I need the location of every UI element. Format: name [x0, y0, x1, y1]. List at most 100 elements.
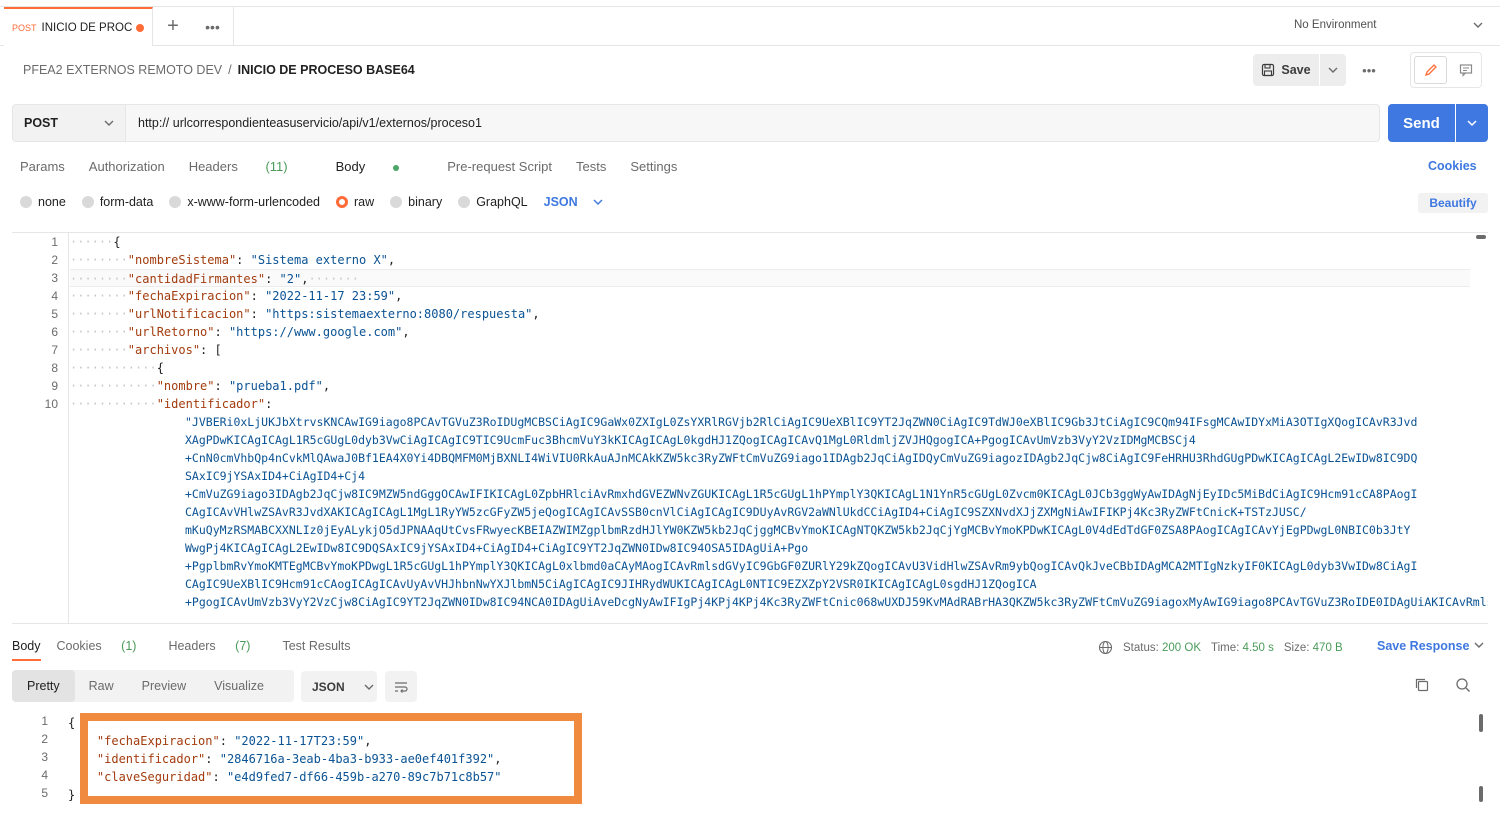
- save-dropdown-button[interactable]: [1320, 54, 1346, 86]
- radio-binary[interactable]: binary: [390, 195, 442, 209]
- line-number: 4: [51, 289, 58, 303]
- radio-urlencoded-label: x-www-form-urlencoded: [187, 195, 320, 209]
- time-value: 4.50 s: [1242, 641, 1274, 654]
- tab-params[interactable]: Params: [20, 159, 65, 174]
- tab-prerequest-script[interactable]: Pre-request Script: [447, 159, 552, 174]
- chevron-down-icon: [103, 116, 115, 133]
- chevron-down-icon: [364, 684, 374, 690]
- brace: {: [113, 235, 121, 249]
- status-value: 200 OK: [1162, 641, 1202, 654]
- json-key: "nombreSistema": [127, 253, 237, 267]
- radio-graphql[interactable]: GraphQL: [458, 195, 528, 209]
- tab-headers-count: (11): [265, 159, 288, 174]
- tab-authorization[interactable]: Authorization: [89, 159, 165, 174]
- view-visualize[interactable]: Visualize: [200, 679, 278, 693]
- editor-scrollbar[interactable]: [1476, 235, 1486, 239]
- plus-icon[interactable]: +: [156, 7, 190, 46]
- pencil-icon[interactable]: [1414, 56, 1447, 84]
- code-line: ········"urlNotificacion": "https:sistem…: [70, 307, 540, 321]
- radio-circle-icon: [20, 196, 32, 208]
- size-field: Size: 470 B: [1284, 642, 1343, 654]
- resp-tab-test-results[interactable]: Test Results: [282, 639, 350, 661]
- view-preview[interactable]: Preview: [128, 679, 200, 693]
- json-value: "https://www.google.com": [228, 325, 403, 339]
- resp-tab-body[interactable]: Body: [12, 639, 41, 661]
- code-line: ········"nombreSistema": "Sistema extern…: [70, 253, 396, 267]
- tab-headers[interactable]: Headers (11): [189, 159, 312, 174]
- request-tab[interactable]: POST INICIO DE PROCESO BASE64: [4, 7, 153, 46]
- url-input[interactable]: http:// urlcorrespondienteasuservicio/ap…: [126, 104, 1380, 142]
- size-value: 470 B: [1312, 641, 1343, 654]
- cookies-link[interactable]: Cookies: [1428, 159, 1477, 173]
- save-response-label: Save Response: [1377, 639, 1470, 653]
- search-icon[interactable]: [1455, 677, 1471, 696]
- save-response-button[interactable]: Save Response: [1377, 639, 1485, 653]
- radio-raw[interactable]: raw: [336, 195, 374, 209]
- copy-icon[interactable]: [1414, 677, 1430, 696]
- response-scrollbar-bottom[interactable]: [1479, 786, 1483, 802]
- more-horizontal-icon[interactable]: •••: [192, 7, 234, 46]
- resp-tab-cookies[interactable]: Cookies (1): [57, 639, 153, 661]
- tab-title: INICIO DE PROCESO BASE64: [41, 21, 132, 34]
- resp-tab-headers-label: Headers: [168, 639, 216, 653]
- base64-line: CAgIC9UeXBlIC9Hcm91cCAogICAgICAvUyAvVHJh…: [185, 577, 1037, 591]
- code-line: ············{: [70, 361, 164, 375]
- resp-tab-cookies-count: (1): [121, 639, 137, 653]
- active-dot-icon: [393, 164, 400, 171]
- status-label: Status:: [1123, 641, 1159, 654]
- view-pretty[interactable]: Pretty: [12, 670, 75, 702]
- base64-line: XAgPDwKICAgICAgL1R5cGUgL0dyb3VwCiAgICAgI…: [185, 433, 1196, 447]
- wrap-lines-icon[interactable]: [385, 671, 417, 702]
- tab-tests[interactable]: Tests: [576, 159, 606, 174]
- beautify-button[interactable]: Beautify: [1418, 193, 1488, 213]
- tab-bar: POST INICIO DE PROCESO BASE64 + ••• No E…: [0, 6, 1500, 46]
- radio-circle-icon: [390, 196, 403, 208]
- radio-none[interactable]: none: [20, 195, 66, 209]
- send-dropdown-button[interactable]: [1456, 104, 1488, 142]
- bracket: [: [214, 343, 222, 357]
- send-button[interactable]: Send: [1388, 104, 1455, 142]
- base64-line: +PgplbmRvYmoKMTEgMCBvYmoKPDwgL1R5cGUgL1h…: [185, 559, 1418, 573]
- globe-icon[interactable]: [1098, 640, 1113, 655]
- body-language-select[interactable]: JSON: [544, 195, 604, 209]
- view-raw[interactable]: Raw: [75, 679, 128, 693]
- line-number: 3: [41, 750, 48, 764]
- radio-raw-label: raw: [354, 195, 375, 209]
- json-value: "2": [279, 272, 302, 286]
- breadcrumb-collection[interactable]: PFEA2 EXTERNOS REMOTO DEV: [23, 63, 222, 77]
- code-area[interactable]: ······{ ········"nombreSistema": "Sistem…: [70, 233, 1488, 611]
- line-number: 8: [51, 361, 58, 375]
- line-number: 10: [44, 397, 58, 411]
- json-key: "identificador": [156, 397, 266, 411]
- tab-body[interactable]: Body: [336, 159, 424, 174]
- radio-form-data-label: form-data: [99, 195, 154, 209]
- method-select[interactable]: POST: [12, 104, 126, 142]
- save-button[interactable]: Save: [1253, 54, 1319, 86]
- line-number: 1: [51, 235, 58, 249]
- radio-circle-icon: [81, 196, 94, 208]
- radio-urlencoded[interactable]: x-www-form-urlencoded: [169, 195, 320, 209]
- response-language-select[interactable]: JSON: [301, 671, 377, 702]
- save-icon: [1262, 63, 1275, 77]
- chevron-down-icon[interactable]: [1472, 15, 1484, 38]
- request-body-editor[interactable]: 1 2 3 4 5 6 7 8 9 10 ······{ ········"no…: [12, 232, 1488, 624]
- time-label: Time:: [1211, 641, 1240, 654]
- highlight-annotation-box: [80, 713, 582, 804]
- right-sidebar-toggle: [1410, 52, 1482, 88]
- tab-settings[interactable]: Settings: [630, 159, 677, 174]
- radio-binary-label: binary: [408, 195, 443, 209]
- radio-form-data[interactable]: form-data: [81, 195, 154, 209]
- tab-method-label: POST: [12, 22, 37, 33]
- chevron-down-icon: [1474, 642, 1484, 648]
- breadcrumb-request[interactable]: INICIO DE PROCESO BASE64: [238, 63, 415, 77]
- more-horizontal-icon[interactable]: •••: [1357, 54, 1381, 86]
- environment-selector[interactable]: No Environment: [1294, 19, 1376, 31]
- comment-icon[interactable]: [1450, 53, 1481, 87]
- size-label: Size:: [1283, 641, 1310, 654]
- code-line: ········"archivos": [: [70, 343, 222, 357]
- code-line: ········"cantidadFirmantes": "2",·······: [70, 269, 1470, 287]
- resp-tab-headers[interactable]: Headers (7): [168, 639, 266, 661]
- base64-line: SAxIC9jYSAxID4+CiAgID4+Cj4: [185, 469, 366, 483]
- response-scrollbar[interactable]: [1479, 714, 1483, 732]
- base64-line: WwgPj4KICAgICAgL2EwIDw8IC9DQSAxIC9jYSAxI…: [185, 541, 809, 555]
